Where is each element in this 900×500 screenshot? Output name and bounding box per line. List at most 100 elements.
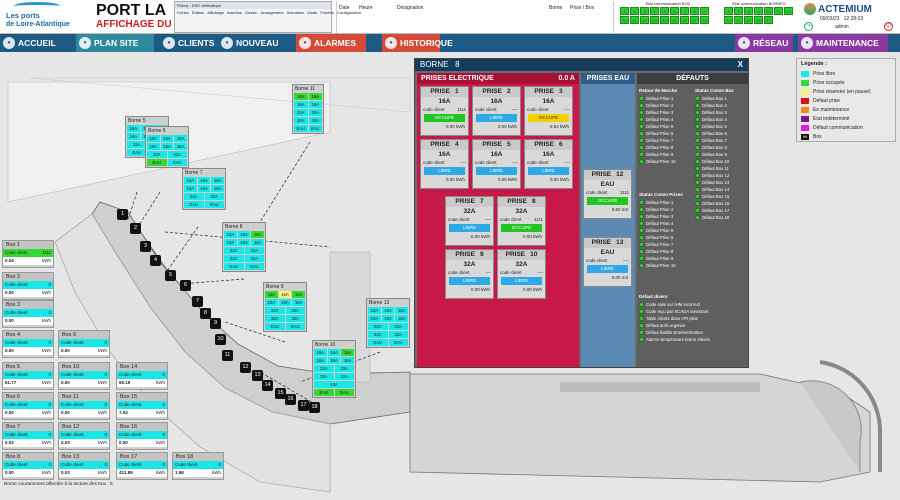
logout-icon[interactable]: ⏻ xyxy=(884,22,893,31)
prise-cell[interactable]: 16A xyxy=(265,299,278,306)
borne-8[interactable]: Borne 8 16A 16A 16A 16A 16A 16A 32A 32A 32A 32A EAU… xyxy=(222,222,266,272)
prise-cell[interactable]: 16A xyxy=(160,135,174,142)
prise-cell[interactable]: 16A xyxy=(381,315,395,322)
login-icon[interactable]: ↪ xyxy=(804,22,813,31)
box-17[interactable]: Box 17 Code client 0 421.89 kWh xyxy=(116,452,168,480)
prise-cell[interactable]: 63A xyxy=(314,381,354,388)
prise-cell[interactable]: 32A xyxy=(224,255,244,262)
box-7[interactable]: Box 7 Code client 0 0.02 kWh xyxy=(2,422,54,450)
prise-state[interactable]: LIBRE xyxy=(501,277,542,285)
prise-state[interactable]: OCCUPÉ xyxy=(424,114,465,122)
map-marker-3[interactable]: 3 xyxy=(140,241,151,252)
prise-cell[interactable]: 32A xyxy=(334,365,354,372)
prise-cell[interactable]: 16A xyxy=(292,299,306,306)
box-11[interactable]: Box 11 Code client 0 0.00 kWh xyxy=(58,392,110,420)
prise-cell[interactable]: 16A xyxy=(224,231,237,238)
box-6[interactable]: Box 6 Code client 0 0.00 kWh xyxy=(2,392,54,420)
prise-10[interactable]: PRISE 10 32A code client ---- LIBRE 0.00 kWh xyxy=(497,249,546,299)
prise-4[interactable]: PRISE 4 16A code client ---- LIBRE 0.00 kWh xyxy=(420,139,469,189)
menu-item-5[interactable]: Arrangement xyxy=(260,10,283,15)
prise-cell[interactable]: 16A xyxy=(237,239,251,246)
prise-cell[interactable]: 32A xyxy=(368,331,388,338)
map-marker-5[interactable]: 5 xyxy=(165,270,176,281)
prise-cell[interactable]: 32A xyxy=(388,323,408,330)
box-12[interactable]: Box 12 Code client 0 2.03 kWh xyxy=(58,422,110,450)
prise-cell[interactable]: 32A xyxy=(294,109,308,116)
box-18[interactable]: Box 18 Code client 0 1.98 kWh xyxy=(172,452,224,480)
prise-cell[interactable]: 16A xyxy=(278,299,292,306)
prise-cell[interactable]: 32A xyxy=(388,331,408,338)
menu-item-4[interactable]: Dessin xyxy=(245,10,257,15)
prise-cell[interactable]: EAU xyxy=(244,263,264,270)
map-marker-2[interactable]: 2 xyxy=(130,223,141,234)
box-10[interactable]: Box 10 Code client 0 0.00 kWh xyxy=(58,362,110,390)
map-marker-6[interactable]: 6 xyxy=(180,280,191,291)
prise-cell[interactable]: 16A xyxy=(294,93,308,100)
prise-cell[interactable]: 32A xyxy=(167,151,187,158)
prise-cell[interactable]: 16A xyxy=(341,357,355,364)
borne-13[interactable]: Borne 13 16A 16A 16A 16A 16A 16A 32A 32A 32A 32A EA… xyxy=(366,298,410,348)
box-4[interactable]: Box 4 Code client 0 0.00 kWh xyxy=(2,330,54,358)
box-14[interactable]: Box 14 Code client 0 65.19 kWh xyxy=(116,362,168,390)
nav-alarmes[interactable]: • ALARMES xyxy=(296,34,366,52)
prise-cell[interactable]: 16A xyxy=(341,349,355,356)
prise-cell[interactable]: 32A xyxy=(265,307,285,314)
prise-cell[interactable]: 16A xyxy=(127,125,140,132)
prise-cell[interactable]: EAU xyxy=(314,389,334,396)
nav-accueil[interactable]: • ACCUEIL xyxy=(0,34,72,52)
borne-7[interactable]: Borne 7 16A 16A 16A 16A 16A 16A 32A 32A EAU EAU xyxy=(182,168,226,210)
prise-cell[interactable]: 32A xyxy=(184,193,204,200)
box-3[interactable]: Box 3 Code client 0 0.00 kWh xyxy=(2,300,54,328)
map-marker-17[interactable]: 17 xyxy=(298,400,309,411)
prise-cell[interactable]: 16A xyxy=(160,143,174,150)
prise-cell[interactable]: 16A xyxy=(211,185,225,192)
borne-9[interactable]: Borne 9 16A 16A 16A 16A 16A 16A 32A 32A 32A 32A EAU… xyxy=(263,282,307,332)
menu-item-6[interactable]: Animation xyxy=(287,10,305,15)
map-marker-7[interactable]: 7 xyxy=(192,296,203,307)
prise-cell[interactable]: 16A xyxy=(211,177,225,184)
prise-cell[interactable]: 32A xyxy=(204,193,224,200)
menu-item-2[interactable]: Affichage xyxy=(207,10,224,15)
prise-cell[interactable]: 32A xyxy=(285,315,305,322)
box-2[interactable]: Box 2 Code client 0 0.00 kWh xyxy=(2,272,54,300)
prise-7[interactable]: PRISE 7 32A code client ---- LIBRE 0.00 kWh xyxy=(445,196,494,246)
prise-cell[interactable]: 16A xyxy=(237,231,251,238)
prise-9[interactable]: PRISE 9 32A code client ---- LIBRE 0.00 kWh xyxy=(445,249,494,299)
prise-cell[interactable]: 32A xyxy=(308,109,322,116)
prise-cell[interactable]: 16A xyxy=(197,185,211,192)
borne-11[interactable]: Borne 11 16A 16A 16A 16A 32A 32A 32A 32A EAU EAU xyxy=(292,84,324,134)
prise-cell[interactable]: 32A xyxy=(127,141,147,148)
prise-8[interactable]: PRISE 8 32A code client 1111 OCCUPÉ 0.00 kWh xyxy=(497,196,546,246)
prise-cell[interactable]: EAU xyxy=(127,149,147,156)
menu-item-3[interactable]: Insertion xyxy=(227,10,242,15)
prise-cell[interactable]: 16A xyxy=(224,239,237,246)
nav-clients[interactable]: • CLIENTS xyxy=(160,34,216,52)
map-marker-10[interactable]: 10 xyxy=(215,334,226,345)
prise-cell[interactable]: 32A xyxy=(244,247,264,254)
close-icon[interactable]: X xyxy=(738,59,743,71)
prise-cell[interactable]: 32A xyxy=(314,365,334,372)
prise-cell[interactable]: 16A xyxy=(184,177,197,184)
prise-3[interactable]: PRISE 3 16A code client ---- OCCUPÉ 8.84 kWh xyxy=(524,86,573,136)
prise-cell[interactable]: 16A xyxy=(381,307,395,314)
prise-state[interactable]: OCCUPÉ xyxy=(587,197,628,205)
nav-r-seau[interactable]: • RÉSEAU xyxy=(735,34,793,52)
prise-cell[interactable]: 32A xyxy=(265,315,285,322)
prise-cell[interactable]: EAU xyxy=(147,159,167,166)
app-window-thumbnail[interactable]: RView - ERC Méthalique Fichier Edition Affi… xyxy=(174,1,361,33)
box-15[interactable]: Box 15 Code client 0 7.04 kWh xyxy=(116,392,168,420)
map-marker-16[interactable]: 16 xyxy=(285,394,296,405)
prise-state[interactable]: LIBRE xyxy=(424,167,465,175)
nav-plan-site[interactable]: • PLAN SITE xyxy=(76,34,154,52)
prise-5[interactable]: PRISE 5 16A code client ---- LIBRE 0.00 kWh xyxy=(472,139,521,189)
prise-1[interactable]: PRISE 1 16A code client 1111 OCCUPÉ 0.00 kWh xyxy=(420,86,469,136)
menu-item-0[interactable]: Fichier xyxy=(177,10,189,15)
prise-2[interactable]: PRISE 2 16A code client ---- LIBRE 0.00 kWh xyxy=(472,86,521,136)
box-1[interactable]: Box 1 Code client 1111 0.04 kWh xyxy=(2,240,54,268)
map-marker-1[interactable]: 1 xyxy=(117,209,128,220)
prise-state[interactable]: LIBRE xyxy=(449,224,490,232)
menu-item-7[interactable]: Mode xyxy=(307,10,317,15)
menu-item-1[interactable]: Edition xyxy=(192,10,204,15)
prise-state[interactable]: LIBRE xyxy=(476,114,517,122)
prise-13[interactable]: PRISE 13 EAU code client ---- LIBRE 0.00 m3 xyxy=(583,237,632,287)
